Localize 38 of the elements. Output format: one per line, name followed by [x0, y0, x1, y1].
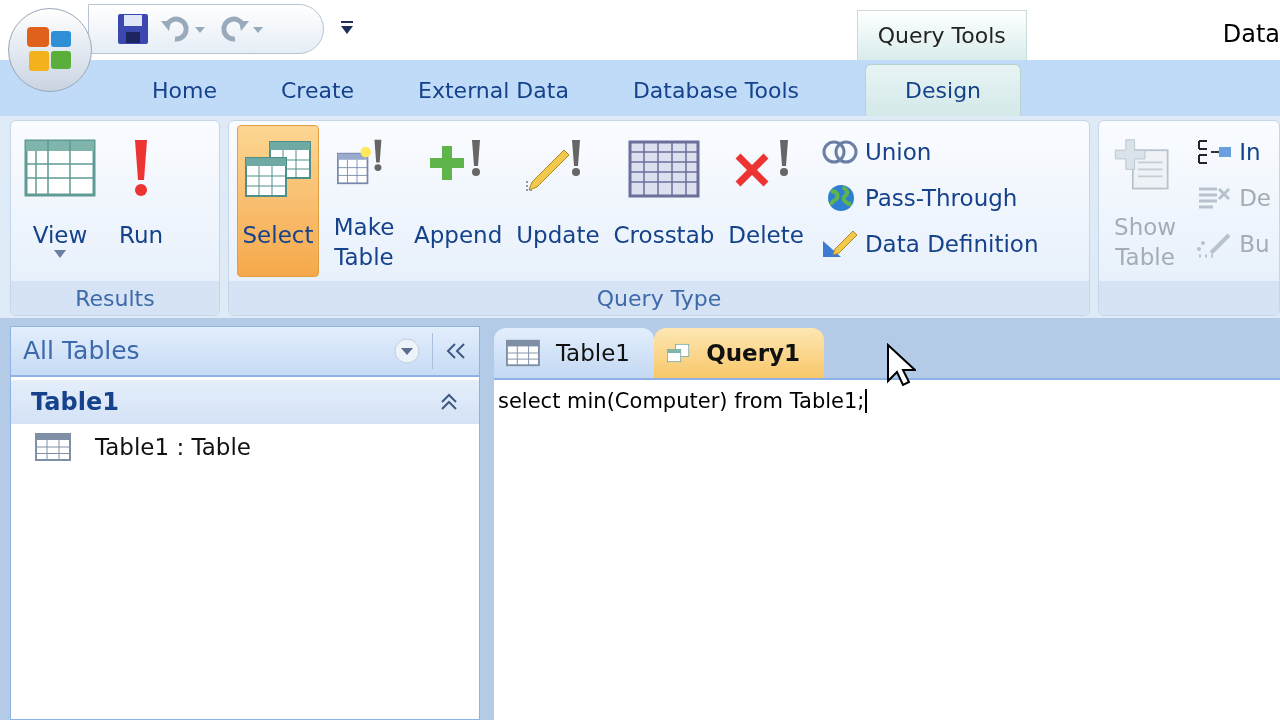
datasheet-icon — [24, 138, 96, 200]
document-tab[interactable]: Query1 — [654, 328, 824, 378]
sql-editor[interactable]: select min(Computer) from Table1; — [494, 378, 1280, 720]
group-label: Query Type — [596, 284, 722, 313]
ribbon-button[interactable]: Crosstab — [608, 125, 720, 277]
group-label: Results — [75, 284, 155, 313]
ribbon-tab[interactable]: Design — [865, 64, 1022, 116]
save-icon[interactable] — [117, 13, 149, 45]
ribbon-tab[interactable]: Create — [248, 64, 387, 116]
ribbon-button[interactable]: Union — [820, 129, 1039, 175]
table-icon — [35, 433, 71, 461]
ribbon-tab[interactable]: Database Tools — [600, 64, 832, 116]
window-title: Data — [1222, 19, 1280, 50]
sql-text: select min(Computer) from Table1; — [498, 389, 868, 413]
ribbon-button[interactable]: In — [1195, 129, 1271, 175]
ribbon-button[interactable]: Make Table — [323, 125, 405, 277]
ribbon-button[interactable]: Select — [237, 125, 319, 277]
contextual-tab-title: Query Tools — [856, 10, 1027, 60]
collapse-pane-icon[interactable] — [445, 342, 467, 360]
ribbon-button[interactable]: Data Definition — [820, 221, 1039, 267]
tables-icon — [242, 138, 314, 200]
dropdown-icon[interactable] — [394, 338, 420, 364]
ribbon-tab[interactable]: External Data — [386, 64, 601, 116]
ribbon-button[interactable]: Update — [511, 125, 605, 277]
pane-title: All Tables — [23, 335, 141, 368]
ribbon-button[interactable]: View — [19, 125, 101, 277]
mouse-pointer-icon — [886, 343, 916, 387]
nav-item[interactable]: Table1 : Table — [11, 424, 479, 470]
table-icon — [506, 339, 540, 367]
customize-toolbar-icon[interactable] — [340, 20, 354, 36]
ribbon-tab[interactable]: Home — [120, 64, 249, 116]
document-tab[interactable]: Table1 — [494, 328, 654, 378]
grid-icon — [627, 138, 700, 200]
collapse-icon[interactable] — [439, 392, 459, 412]
ribbon-button[interactable]: Append — [409, 125, 508, 277]
ribbon-button[interactable]: Delete — [723, 125, 809, 277]
ribbon-button[interactable]: Run — [105, 125, 177, 277]
ribbon-button[interactable]: Pass-Through — [820, 175, 1039, 221]
